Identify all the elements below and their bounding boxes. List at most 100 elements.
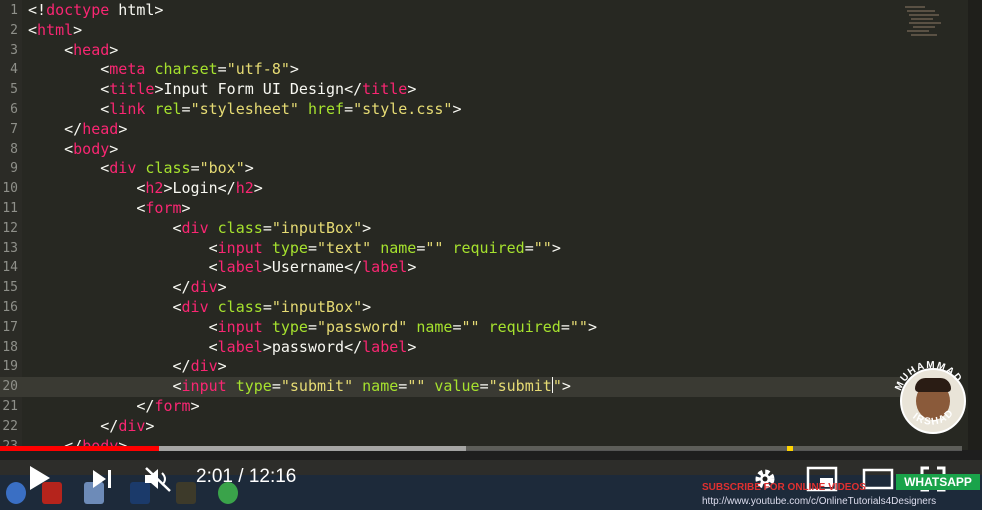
code-line[interactable]: 1 <!doctype html>	[0, 1, 900, 21]
line-number: 13	[2, 240, 18, 256]
code-line[interactable]: 2 <html>	[0, 21, 900, 41]
code-line[interactable]: 22 </div>	[0, 417, 900, 437]
code-text: <link rel="stylesheet" href="style.css">	[28, 100, 462, 120]
line-number: 6	[10, 102, 18, 117]
code-token: input	[181, 377, 227, 396]
code-token: =	[307, 238, 317, 257]
code-text: </div>	[28, 417, 154, 437]
code-token: type	[271, 317, 308, 336]
code-token: >	[452, 100, 462, 118]
code-token: "utf-8"	[226, 60, 290, 79]
code-line[interactable]: 5 <title>Input Form UI Design</title>	[0, 80, 900, 100]
code-line[interactable]: 13 <input type="text" name="" required="…	[0, 239, 900, 259]
line-number: 10	[2, 181, 18, 197]
vertical-scrollbar[interactable]	[968, 0, 982, 450]
code-text: <label>Username</label>	[28, 258, 417, 278]
code-text: <html>	[28, 21, 82, 41]
code-line[interactable]: 19 </div>	[0, 357, 900, 377]
code-token: >	[217, 278, 227, 297]
code-line[interactable]: 6 <link rel="stylesheet" href="style.css…	[0, 100, 900, 120]
code-token: >	[253, 179, 263, 198]
code-line[interactable]: 15 </div>	[0, 278, 900, 298]
code-token: body	[73, 139, 110, 158]
code-token: =	[452, 317, 462, 336]
code-token: =	[262, 218, 272, 237]
code-token: title	[362, 80, 408, 99]
code-line[interactable]: 16 <div class="inputBox">	[0, 298, 900, 318]
code-token: "stylesheet"	[190, 100, 299, 118]
line-number: 3	[10, 42, 18, 58]
progress-bar[interactable]	[0, 446, 962, 451]
code-line[interactable]: 21 </form>	[0, 397, 900, 417]
next-icon[interactable]	[90, 467, 114, 491]
code-line[interactable]: 9 <div class="box">	[0, 159, 900, 179]
line-number: 5	[10, 82, 18, 98]
code-token: charset	[154, 60, 218, 79]
code-token: >	[181, 199, 191, 217]
code-token: class	[217, 218, 263, 237]
code-token: value	[434, 377, 480, 396]
code-token: =	[217, 60, 227, 79]
code-token: input	[217, 317, 263, 336]
code-token: =	[344, 100, 354, 118]
code-line[interactable]: 10 <h2>Login</h2>	[0, 179, 900, 199]
code-token: <	[28, 60, 110, 79]
code-line[interactable]: 7 </head>	[0, 120, 900, 140]
mute-icon[interactable]	[142, 465, 174, 493]
code-token: >	[244, 159, 254, 178]
code-token: name	[380, 238, 417, 257]
code-token: div	[190, 357, 218, 376]
code-token: div	[181, 298, 209, 316]
code-text: <input type="password" name="" required=…	[28, 318, 597, 338]
code-line[interactable]: 8 <body>	[0, 140, 900, 160]
code-token: class	[217, 298, 263, 316]
code-token: head	[82, 119, 119, 138]
code-token: >	[73, 20, 83, 39]
code-token: div	[118, 416, 146, 435]
line-number: 4	[10, 62, 18, 78]
play-icon[interactable]	[26, 464, 52, 492]
code-token: </	[28, 357, 191, 376]
code-token: html	[37, 20, 74, 39]
minimap[interactable]	[895, 4, 945, 44]
code-token: >	[587, 317, 597, 336]
code-text: <h2>Login</h2>	[28, 179, 263, 199]
line-number: 11	[2, 201, 18, 216]
code-text: <input type="submit" name="" value="subm…	[28, 377, 571, 397]
code-token: ""	[407, 377, 426, 396]
code-editor[interactable]: 1 <!doctype html> 2 <html> 3 <head> 4 <meta c…	[0, 0, 982, 450]
code-line[interactable]: 4 <meta charset="utf-8">	[0, 60, 900, 80]
code-line[interactable]: 14 <label>Username</label>	[0, 258, 900, 278]
code-token: </	[28, 119, 83, 138]
code-line[interactable]: 18 <label>password</label>	[0, 338, 900, 358]
line-number: 16	[2, 300, 18, 315]
code-token: doctype	[46, 1, 110, 19]
code-line[interactable]: 3 <head>	[0, 41, 900, 61]
code-line[interactable]: 17 <input type="password" name="" requir…	[0, 318, 900, 338]
code-token: <	[28, 218, 182, 237]
code-line[interactable]: 12 <div class="inputBox">	[0, 219, 900, 239]
code-token: <	[28, 258, 218, 277]
code-line[interactable]: 11 <form>	[0, 199, 900, 219]
code-line[interactable]: 20 <input type="submit" name="" value="s…	[0, 377, 900, 397]
code-token: form	[145, 199, 182, 217]
code-token: =	[190, 159, 200, 178]
code-token: form	[154, 397, 191, 415]
line-number: 8	[10, 141, 18, 157]
code-text: </head>	[28, 120, 127, 140]
code-token: type	[271, 238, 308, 257]
watermark-top-text: MUHAMMAD	[893, 360, 963, 392]
code-token: >	[289, 60, 299, 79]
code-token: <	[28, 199, 146, 217]
channel-promo-overlay[interactable]: SUBSCRIBE FOR ONLINE VIDEOS http://www.y…	[700, 474, 980, 510]
code-token: "password"	[317, 317, 408, 336]
code-text: </form>	[28, 397, 199, 417]
code-token: label	[362, 337, 408, 356]
